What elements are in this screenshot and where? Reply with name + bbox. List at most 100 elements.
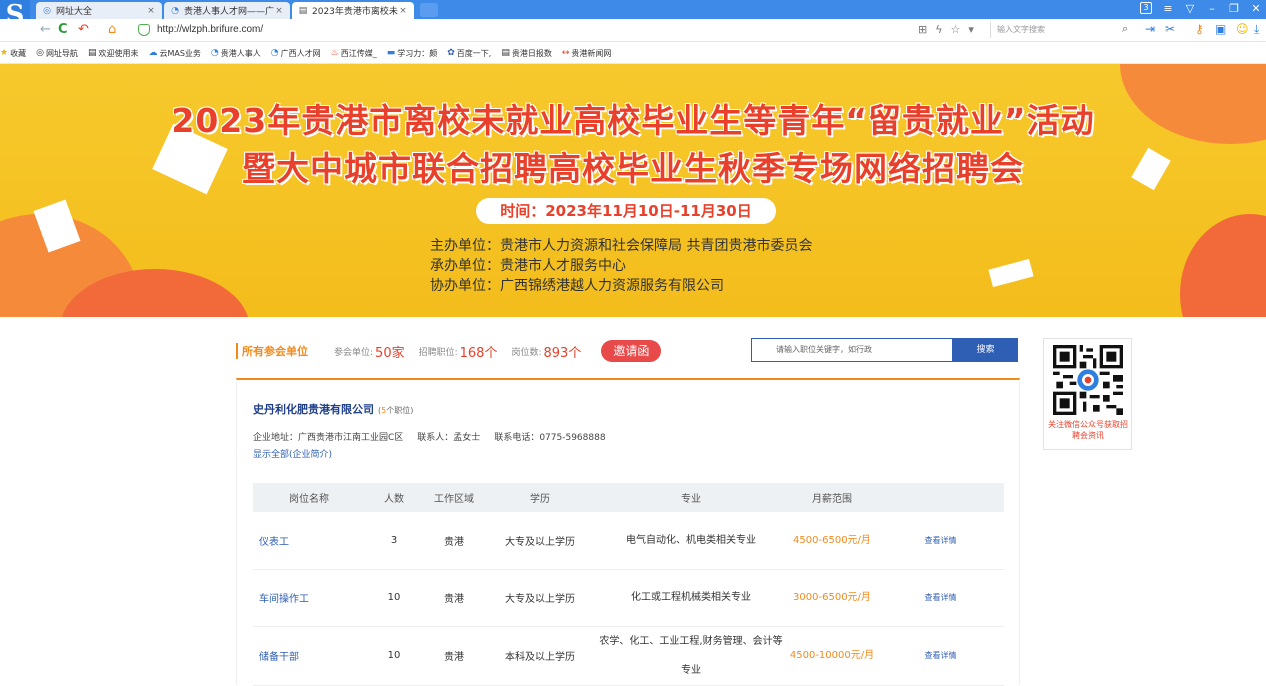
bookmark-item[interactable]: ◔ 广西人才网 (271, 48, 321, 59)
bookmarks-bar: ★ 收藏 ◎ 网址导航 ▤ 欢迎使用未 ☁ 云MAS业务 ◔ 贵港人事人 ◔ 广西人才网 ♨… (0, 43, 1266, 64)
lightning-icon[interactable]: ϟ (935, 23, 942, 36)
job-count: 3 (365, 512, 423, 570)
units-label: 参会单位: (334, 347, 374, 358)
bookmark-item[interactable]: ✿ 百度一下, (447, 48, 491, 59)
view-detail-link[interactable]: 查看详情 (877, 569, 1004, 627)
company-name[interactable]: 史丹利化肥贵港有限公司 (5个职位) (253, 401, 413, 417)
app-icon[interactable]: ▣ (1215, 22, 1226, 36)
scissors-icon[interactable]: ✂ (1165, 22, 1175, 36)
header-education: 学历 (485, 483, 595, 512)
tab-1[interactable]: ◔ 贵港人事人才网——广西 × (164, 2, 290, 19)
tab-0[interactable]: ◎ 网址大全 × (36, 2, 162, 19)
bookmark-item[interactable]: ☁ 云MAS业务 (148, 48, 200, 59)
job-position[interactable]: 仪表工 (253, 512, 365, 570)
close-icon[interactable]: × (146, 6, 156, 16)
event-time: 时间：2023年11月10日-11月30日 (476, 198, 776, 224)
site-icon: ◔ (210, 48, 219, 58)
news-icon: ↔ (561, 48, 570, 58)
view-detail-link[interactable]: 查看详情 (877, 626, 1004, 686)
menu-icon[interactable]: ≡ (1162, 2, 1174, 15)
key-icon[interactable]: ⚷ (1195, 22, 1204, 36)
undo-icon[interactable]: ↶ (78, 22, 89, 37)
download-icon[interactable]: ⤓ (1254, 22, 1259, 37)
banner-title-line2: 暨大中城市联合招聘高校毕业生秋季专场网络招聘会 (242, 149, 1024, 188)
company-address: 企业地址：广西贵港市江南工业园C区 (253, 433, 404, 443)
login-icon[interactable]: ⇥ (1145, 22, 1155, 36)
company-info: 企业地址：广西贵港市江南工业园C区 联系人：孟女士 联系电话：0775-5968… (253, 430, 606, 443)
posts-value: 893个 (543, 345, 582, 361)
url-text[interactable]: http://wlzph.brifure.com/ (157, 24, 263, 35)
invitation-button[interactable]: 邀请函 (601, 340, 662, 362)
tab-2[interactable]: ▤ 2023年贵港市离校未就 × (292, 2, 414, 19)
show-all-link[interactable]: 显示全部(企业简介) (253, 447, 332, 460)
job-education: 本科及以上学历 (485, 626, 595, 686)
organizers: 主办单位：贵港市人力资源和社会保障局 共青团贵港市委员会 承办单位：贵港市人才服… (430, 236, 812, 296)
grid-icon[interactable]: ⊞ (918, 23, 927, 36)
company-phone: 联系电话：0775-5968888 (494, 433, 606, 443)
table-row: 车间操作工 10 贵港 大专及以上学历 化工或工程机械类相关专业 3000-65… (253, 569, 1004, 627)
window-counter[interactable]: 3 (1140, 2, 1152, 14)
job-education: 大专及以上学历 (485, 512, 595, 570)
bookmark-item[interactable]: ▤ 贵港日报数 (501, 48, 552, 59)
organizer-assistant: 协办单位：广西锦绣港越人力资源服务有限公司 (430, 278, 724, 294)
keyword-search-input[interactable]: 请输入职位关键字，如行政 (751, 338, 953, 362)
qr-caption: 关注微信公众号获取招聘会资讯 (1048, 420, 1128, 440)
job-position[interactable]: 储备干部 (253, 626, 365, 686)
chevron-down-icon[interactable]: ▾ (968, 23, 974, 36)
security-shield-icon[interactable] (138, 24, 150, 36)
new-tab-button[interactable] (420, 3, 438, 17)
close-icon[interactable]: × (274, 6, 284, 16)
close-icon[interactable]: × (398, 6, 408, 16)
units-value: 50家 (375, 345, 405, 361)
wechat-qr-box: 关注微信公众号获取招聘会资讯 (1043, 338, 1132, 450)
restore-icon[interactable]: ❐ (1228, 2, 1240, 15)
job-major: 化工或工程机械类相关专业 (595, 569, 787, 627)
table-row: 仪表工 3 贵港 大专及以上学历 电气自动化、机电类相关专业 4500-6500… (253, 512, 1004, 570)
star-icon[interactable]: ☆ (950, 23, 960, 36)
job-position[interactable]: 车间操作工 (253, 569, 365, 627)
tab-label: 网址大全 (56, 7, 93, 17)
bookmark-item[interactable]: ↔ 贵港新闻网 (562, 48, 612, 59)
doc-icon: ▤ (501, 48, 510, 58)
header-salary: 月薪范围 (787, 483, 877, 512)
company-position-count: (5个职位) (378, 406, 414, 415)
organizer-host: 主办单位：贵港市人力资源和社会保障局 共青团贵港市委员会 (430, 238, 813, 254)
job-count: 10 (365, 569, 423, 627)
bookmark-item[interactable]: ▤ 欢迎使用未 (88, 48, 139, 59)
tab-label: 贵港人事人才网——广西 (184, 7, 274, 17)
search-button[interactable]: 搜索 (953, 338, 1018, 362)
close-window-icon[interactable]: ✕ (1250, 2, 1262, 15)
bookmark-item[interactable]: ▬ 学习力：颇 (387, 48, 438, 59)
back-icon[interactable]: ← (40, 22, 51, 37)
book-icon: ▬ (386, 48, 396, 58)
event-banner: 2023年贵港市离校未就业高校毕业生等青年“留贵就业”活动 暨大中城市联合招聘高… (0, 64, 1266, 317)
bookmark-item[interactable]: ◎ 网址导航 (36, 48, 78, 59)
window-controls: 3 ≡ ▽ – ❐ ✕ (1140, 2, 1262, 15)
doc-icon: ▤ (298, 5, 308, 16)
bookmark-item[interactable]: ◔ 贵港人事人 (211, 48, 261, 59)
home-icon[interactable]: ⌂ (108, 22, 116, 37)
minimize-icon[interactable]: – (1206, 2, 1218, 15)
paw-icon: ✿ (447, 48, 455, 58)
company-name-text: 史丹利化肥贵港有限公司 (253, 403, 374, 416)
job-salary: 4500-10000元/月 (787, 626, 877, 686)
qr-code-icon (1053, 345, 1123, 415)
search-engine-input[interactable]: 输入文字搜索 (990, 22, 1135, 38)
smile-icon[interactable]: ☺ (1236, 22, 1249, 36)
refresh-icon[interactable]: C (58, 22, 68, 37)
search-icon[interactable]: ⌕ (1122, 22, 1128, 36)
decor-paper (988, 258, 1034, 288)
skin-icon[interactable]: ▽ (1184, 2, 1196, 15)
company-contact: 联系人：孟女士 (417, 433, 481, 443)
job-major: 电气自动化、机电类相关专业 (595, 512, 787, 570)
globe-icon: ◎ (36, 48, 44, 58)
address-bar: ← C ↶ ⌂ http://wlzph.brifure.com/ ⊞ ϟ ☆ … (0, 19, 1266, 42)
view-detail-link[interactable]: 查看详情 (877, 512, 1004, 570)
header-action (877, 483, 1004, 512)
flame-icon: ♨ (330, 48, 339, 58)
bookmark-item[interactable]: ♨ 西江传媒_ (331, 48, 377, 59)
bookmark-favorites[interactable]: ★ 收藏 (0, 48, 26, 59)
all-units-link[interactable]: 所有参会单位 (236, 343, 308, 359)
job-salary: 3000-6500元/月 (787, 569, 877, 627)
job-area: 贵港 (423, 626, 485, 686)
